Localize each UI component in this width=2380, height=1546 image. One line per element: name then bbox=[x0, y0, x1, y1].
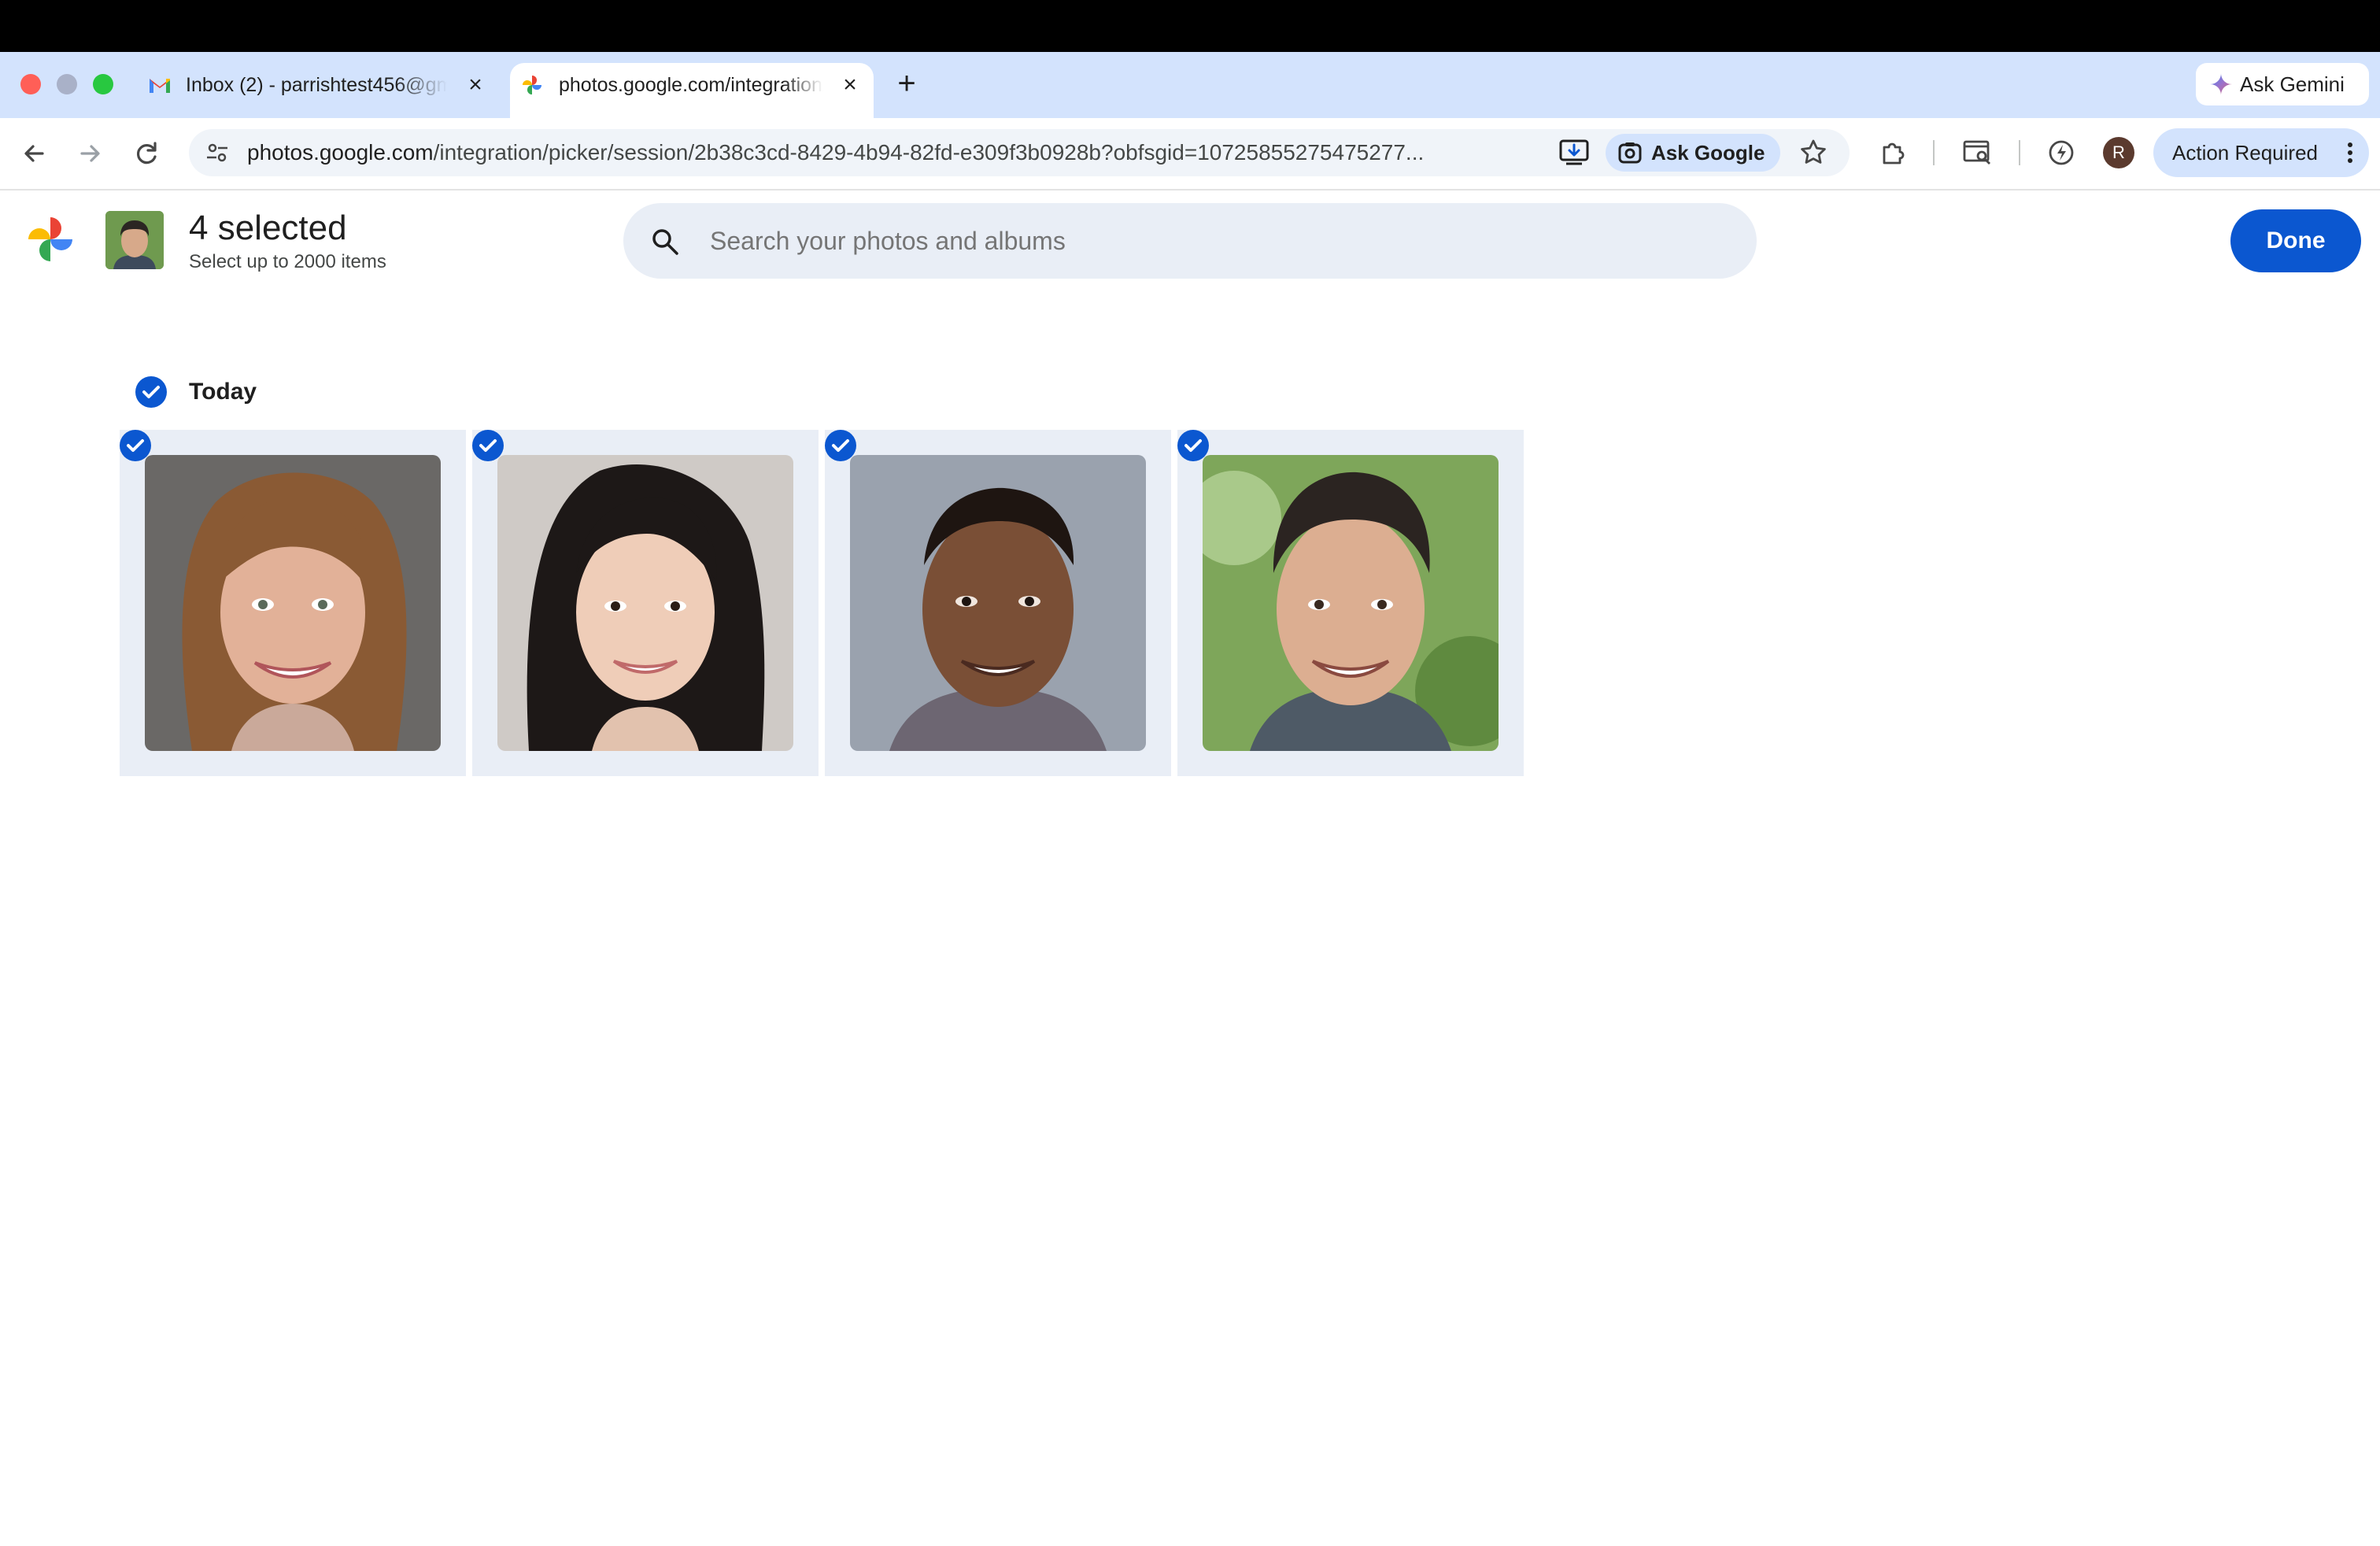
tab-gmail[interactable]: Inbox (2) - parrishtest456@gmail.com × bbox=[140, 63, 508, 118]
photo-checkbox[interactable] bbox=[825, 430, 856, 461]
photo-tile[interactable] bbox=[472, 430, 819, 776]
photo-checkbox[interactable] bbox=[472, 430, 504, 461]
google-lens-icon bbox=[1618, 142, 1642, 164]
tab-title: Inbox (2) - parrishtest456@gmail.com bbox=[186, 74, 447, 96]
photo-tile[interactable] bbox=[120, 430, 466, 776]
install-app-icon[interactable] bbox=[1558, 139, 1590, 167]
tab-close-icon[interactable]: × bbox=[834, 69, 866, 101]
select-all-today-checkbox[interactable] bbox=[135, 376, 167, 408]
window-zoom-button[interactable] bbox=[93, 74, 113, 94]
check-icon bbox=[127, 439, 144, 452]
photo-thumbnail bbox=[1203, 455, 1499, 751]
ask-google-label: Ask Google bbox=[1651, 141, 1765, 165]
search-bar[interactable] bbox=[623, 203, 1757, 279]
performance-icon[interactable] bbox=[2046, 138, 2076, 168]
url-path: /integration/picker/session/2b38c3cd-842… bbox=[433, 140, 1425, 165]
tab-photos[interactable]: photos.google.com/integration/picker × bbox=[510, 63, 874, 118]
window-close-button[interactable] bbox=[20, 74, 41, 94]
more-vert-icon bbox=[2348, 142, 2352, 163]
person-face-image bbox=[105, 211, 164, 269]
check-icon bbox=[1184, 439, 1202, 452]
date-group-label: Today bbox=[189, 379, 257, 405]
search-icon bbox=[652, 229, 678, 255]
gemini-icon bbox=[2210, 73, 2232, 95]
photo-tile[interactable] bbox=[1177, 430, 1524, 776]
ask-gemini-button[interactable]: Ask Gemini bbox=[2196, 63, 2369, 105]
toolbar-separator bbox=[1933, 140, 1935, 165]
site-settings-icon[interactable] bbox=[205, 140, 230, 165]
photo-tile[interactable] bbox=[825, 430, 1171, 776]
reload-icon[interactable] bbox=[128, 134, 167, 173]
action-required-label: Action Required bbox=[2172, 141, 2318, 165]
url-host: photos.google.com bbox=[247, 140, 434, 165]
tab-close-icon[interactable]: × bbox=[460, 69, 491, 101]
window-minimize-button[interactable] bbox=[57, 74, 77, 94]
check-icon bbox=[479, 439, 497, 452]
new-tab-button[interactable]: + bbox=[891, 65, 922, 102]
screen-top-bar bbox=[0, 0, 2380, 52]
bookmark-star-icon[interactable] bbox=[1798, 138, 1828, 168]
check-icon bbox=[142, 386, 160, 398]
toolbar-separator bbox=[2019, 140, 2020, 165]
address-bar[interactable]: photos.google.com/integration/picker/ses… bbox=[189, 129, 1850, 176]
check-icon bbox=[832, 439, 849, 452]
account-avatar[interactable] bbox=[105, 211, 164, 269]
google-photos-logo bbox=[28, 217, 72, 261]
photo-thumbnail bbox=[850, 455, 1146, 751]
ask-gemini-label: Ask Gemini bbox=[2240, 72, 2345, 96]
selection-limit-text: Select up to 2000 items bbox=[189, 251, 386, 272]
url-text[interactable]: photos.google.com/integration/picker/ses… bbox=[247, 129, 1727, 176]
tab-search-icon[interactable] bbox=[1962, 138, 1994, 168]
photo-checkbox[interactable] bbox=[1177, 430, 1209, 461]
gmail-icon bbox=[150, 79, 170, 93]
ask-google-button[interactable]: Ask Google bbox=[1606, 134, 1780, 172]
forward-icon[interactable] bbox=[71, 134, 110, 173]
photo-thumbnail bbox=[497, 455, 793, 751]
google-photos-icon bbox=[523, 76, 541, 94]
profile-avatar[interactable]: R bbox=[2103, 137, 2134, 168]
back-icon[interactable] bbox=[14, 134, 54, 173]
tab-title: photos.google.com/integration/picker bbox=[559, 74, 823, 96]
photo-thumbnail bbox=[145, 455, 441, 751]
search-input[interactable] bbox=[710, 203, 1733, 279]
extensions-icon[interactable] bbox=[1878, 138, 1908, 168]
done-button[interactable]: Done bbox=[2230, 209, 2361, 272]
action-required-button[interactable]: Action Required bbox=[2153, 128, 2369, 177]
photo-checkbox[interactable] bbox=[120, 430, 151, 461]
selected-count: 4 selected bbox=[189, 209, 347, 247]
